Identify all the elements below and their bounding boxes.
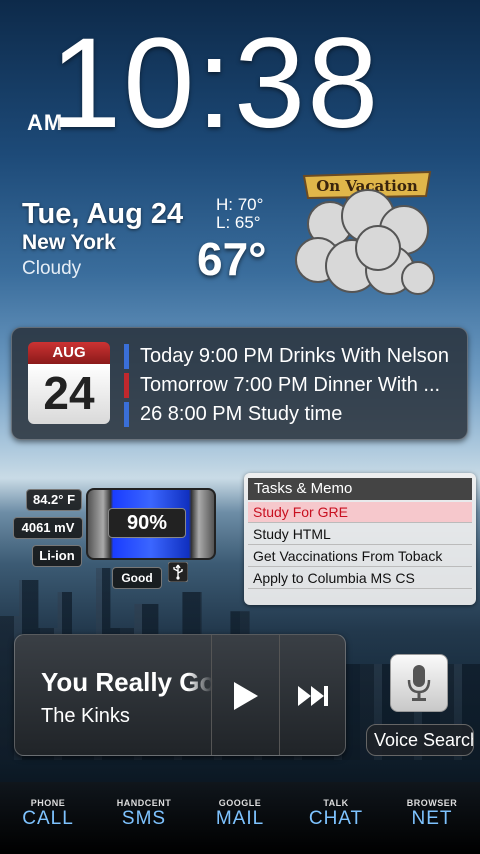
next-track-button[interactable] xyxy=(279,635,345,755)
dock-caption: HANDCENT xyxy=(116,798,172,808)
play-icon xyxy=(233,682,258,710)
weather-high: H: 70° xyxy=(216,195,264,214)
weather-low: L: 65° xyxy=(216,213,261,232)
battery-voltage: 4061 mV xyxy=(13,517,83,539)
calendar-event[interactable]: Tomorrow 7:00 PM Dinner With ... xyxy=(124,371,459,400)
voice-search-label[interactable]: Voice Search xyxy=(366,724,474,756)
weather-city: New York xyxy=(22,231,116,254)
calendar-widget[interactable]: AUG 24 Today 9:00 PM Drinks With Nelson … xyxy=(11,327,468,440)
calendar-month: AUG xyxy=(28,342,110,364)
task-item[interactable]: Get Vaccinations From Toback xyxy=(248,546,472,567)
voice-search-button[interactable] xyxy=(390,654,448,712)
cloud-icon: On Vacation xyxy=(295,170,435,295)
dock-bar: PHONE CALL HANDCENT SMS GOOGLE MAIL TALK… xyxy=(0,782,480,854)
task-item[interactable]: Apply to Columbia MS CS xyxy=(248,568,472,589)
dock-label: MAIL xyxy=(215,808,265,829)
dock-caption: TALK xyxy=(323,798,349,808)
calendar-day: 24 xyxy=(28,364,110,424)
event-color-bar xyxy=(124,344,129,369)
battery-health: Good xyxy=(112,567,162,589)
clock-time: 10:38 xyxy=(50,12,381,155)
weather-date: Tue, Aug 24 xyxy=(22,198,184,230)
clock-widget[interactable]: AM 10:38 xyxy=(0,20,480,148)
dock-item-sms[interactable]: HANDCENT SMS xyxy=(96,798,192,830)
dock-label: CALL xyxy=(22,808,74,829)
dock-label: SMS xyxy=(121,808,167,829)
song-title: You Really Got Me xyxy=(41,667,213,697)
event-text: Today 9:00 PM Drinks With Nelson xyxy=(140,345,450,367)
tasks-title: Tasks & Memo xyxy=(248,478,472,500)
next-track-icon xyxy=(297,686,328,706)
dock-item-call[interactable]: PHONE CALL xyxy=(0,798,96,830)
event-text: Tomorrow 7:00 PM Dinner With ... xyxy=(140,374,441,396)
play-button[interactable] xyxy=(211,635,279,755)
music-widget[interactable]: You Really Got Me The Kinks xyxy=(14,634,346,756)
battery-type: Li-ion xyxy=(32,545,82,567)
dock-caption: GOOGLE xyxy=(218,798,262,808)
battery-icon: 90% xyxy=(86,488,216,560)
dock-caption: PHONE xyxy=(30,798,66,808)
microphone-icon xyxy=(407,665,431,701)
event-text: 26 8:00 PM Study time xyxy=(140,403,343,425)
tasks-memo-widget[interactable]: Tasks & Memo Study For GRE Study HTML Ge… xyxy=(244,473,476,605)
dock-item-mail[interactable]: GOOGLE MAIL xyxy=(192,798,288,830)
dock-item-chat[interactable]: TALK CHAT xyxy=(288,798,384,830)
calendar-event[interactable]: Today 9:00 PM Drinks With Nelson xyxy=(124,342,459,371)
event-color-bar xyxy=(124,373,129,398)
calendar-icon: AUG 24 xyxy=(28,342,110,426)
event-color-bar xyxy=(124,402,129,427)
battery-percent: 90% xyxy=(108,508,186,538)
dock-label: NET xyxy=(411,808,453,829)
dock-item-net[interactable]: BROWSER NET xyxy=(384,798,480,830)
dock-label: CHAT xyxy=(308,808,364,829)
weather-current-temp: 67° xyxy=(197,233,267,285)
battery-temp: 84.2° F xyxy=(26,489,82,511)
dock-caption: BROWSER xyxy=(406,798,458,808)
usb-icon xyxy=(168,562,188,582)
calendar-event[interactable]: 26 8:00 PM Study time xyxy=(124,400,459,429)
weather-condition: Cloudy xyxy=(22,258,82,279)
song-artist: The Kinks xyxy=(41,705,130,727)
task-item[interactable]: Study HTML xyxy=(248,524,472,545)
task-item[interactable]: Study For GRE xyxy=(248,502,472,523)
calendar-events: Today 9:00 PM Drinks With Nelson Tomorro… xyxy=(124,342,459,429)
